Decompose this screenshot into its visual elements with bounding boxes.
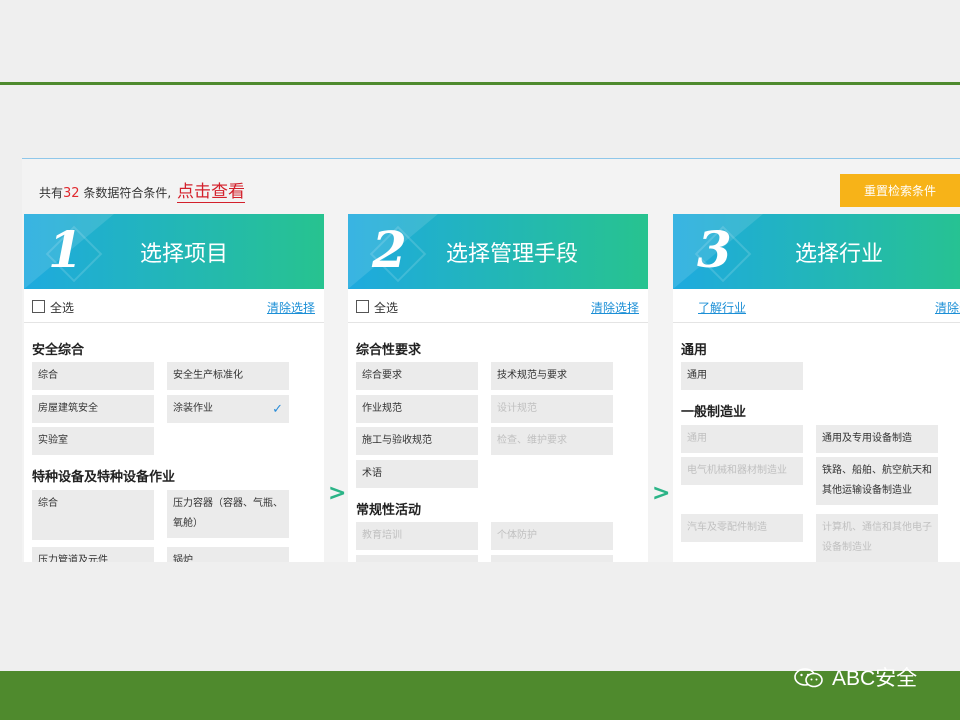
section-title: 常规性活动 bbox=[356, 503, 422, 518]
tag-item[interactable]: 通用及专用设备制造 bbox=[816, 425, 938, 453]
tag-item[interactable]: 房屋建筑安全 bbox=[32, 395, 154, 423]
panel-select-project: 1 选择项目 全选 清除选择 安全综合 综合 安全生产标准化 房屋建筑安全 涂装… bbox=[24, 214, 324, 562]
panel-header: 3 选择行业 bbox=[673, 214, 960, 289]
tag-item-disabled: 电气机械和器材制造业 bbox=[681, 457, 803, 485]
panel-title: 选择行业 bbox=[795, 242, 884, 267]
wechat-icon bbox=[794, 668, 823, 688]
tag-item[interactable]: 锅炉 bbox=[167, 547, 289, 562]
tag-item[interactable]: 压力容器（容器、气瓶、氧舱） bbox=[167, 490, 289, 538]
reset-search-button[interactable]: 重置检索条件 bbox=[840, 174, 960, 207]
panel-toolbar: 全选 清除选择 bbox=[24, 289, 324, 323]
tag-item[interactable]: 通用 bbox=[681, 362, 803, 390]
tag-item-disabled: 通用 bbox=[681, 425, 803, 453]
tag-item[interactable]: 综合 bbox=[32, 362, 154, 390]
tag-item[interactable]: 综合要求 bbox=[356, 362, 478, 390]
top-divider bbox=[0, 82, 960, 85]
panel-select-industry: 3 选择行业 了解行业 清除选择 通用 通用 一般制造业 通用 通用及专用设备制… bbox=[673, 214, 960, 562]
tag-item[interactable]: 实验室 bbox=[32, 427, 154, 455]
section-title: 综合性要求 bbox=[356, 343, 422, 358]
panel-toolbar: 了解行业 清除选择 bbox=[673, 289, 960, 323]
clear-selection-link[interactable]: 清除选择 bbox=[935, 299, 960, 316]
view-results-link[interactable]: 点击查看 bbox=[177, 182, 246, 203]
tag-item-disabled: 个体防护 bbox=[491, 522, 613, 550]
checkbox-icon[interactable] bbox=[32, 300, 45, 313]
tag-item-disabled: 计算机、通信和其他电子设备制造业 bbox=[816, 514, 938, 562]
tag-item[interactable]: 技术规范与要求 bbox=[491, 362, 613, 390]
select-all-label[interactable]: 全选 bbox=[50, 299, 74, 316]
tag-label: 涂装作业 bbox=[173, 403, 213, 414]
step-number: 3 bbox=[697, 220, 732, 279]
section-title: 通用 bbox=[681, 343, 708, 358]
select-all-label[interactable]: 全选 bbox=[374, 299, 398, 316]
panel-header: 1 选择项目 bbox=[24, 214, 324, 289]
section-title: 一般制造业 bbox=[681, 405, 747, 420]
tag-item bbox=[491, 555, 613, 562]
step-number: 2 bbox=[372, 220, 407, 279]
section-title: 特种设备及特种设备作业 bbox=[32, 470, 176, 485]
tag-item[interactable]: 作业规范 bbox=[356, 395, 478, 423]
clear-selection-link[interactable]: 清除选择 bbox=[267, 299, 315, 316]
summary-suffix: 条数据符合条件, bbox=[79, 186, 172, 200]
chevron-right-icon: > bbox=[652, 481, 671, 506]
clear-selection-link[interactable]: 清除选择 bbox=[591, 299, 639, 316]
tag-item[interactable]: 压力管道及元件 bbox=[32, 547, 154, 562]
checkmark-icon: ✓ bbox=[272, 402, 283, 417]
tag-item[interactable]: 安全生产标准化 bbox=[167, 362, 289, 390]
panel-toolbar: 全选 清除选择 bbox=[348, 289, 648, 323]
panel-select-management: 2 选择管理手段 全选 清除选择 综合性要求 综合要求 技术规范与要求 作业规范… bbox=[348, 214, 648, 562]
tag-item-disabled: 汽车及零配件制造 bbox=[681, 514, 803, 542]
learn-industry-link[interactable]: 了解行业 bbox=[698, 299, 746, 316]
tag-item[interactable]: 铁路、船舶、航空航天和其他运输设备制造业 bbox=[816, 457, 938, 505]
brand-label: ABC安全 bbox=[832, 667, 918, 690]
panel-header: 2 选择管理手段 bbox=[348, 214, 648, 289]
summary-prefix: 共有 bbox=[39, 186, 64, 200]
tag-item-selected[interactable]: 涂装作业 ✓ bbox=[167, 395, 289, 423]
panel-title: 选择项目 bbox=[140, 242, 229, 267]
panel-title: 选择管理手段 bbox=[446, 242, 579, 267]
tag-item-disabled: 教育培训 bbox=[356, 522, 478, 550]
tag-item[interactable]: 综合 bbox=[32, 490, 154, 540]
search-screenshot: 共有32 条数据符合条件, 点击查看 重置检索条件 1 选择项目 全选 清除选择… bbox=[22, 158, 960, 562]
tag-item-disabled: 检查、维护要求 bbox=[491, 427, 613, 455]
section-title: 安全综合 bbox=[32, 343, 85, 358]
checkbox-icon[interactable] bbox=[356, 300, 369, 313]
tag-item bbox=[356, 555, 478, 562]
tag-item[interactable]: 施工与验收规范 bbox=[356, 427, 478, 455]
chevron-right-icon: > bbox=[328, 481, 347, 506]
tag-item-disabled: 设计规范 bbox=[491, 395, 613, 423]
step-number: 1 bbox=[48, 220, 83, 279]
result-count: 32 bbox=[63, 186, 80, 201]
tag-item[interactable]: 术语 bbox=[356, 460, 478, 488]
result-summary: 共有32 条数据符合条件, 点击查看 bbox=[39, 177, 246, 203]
